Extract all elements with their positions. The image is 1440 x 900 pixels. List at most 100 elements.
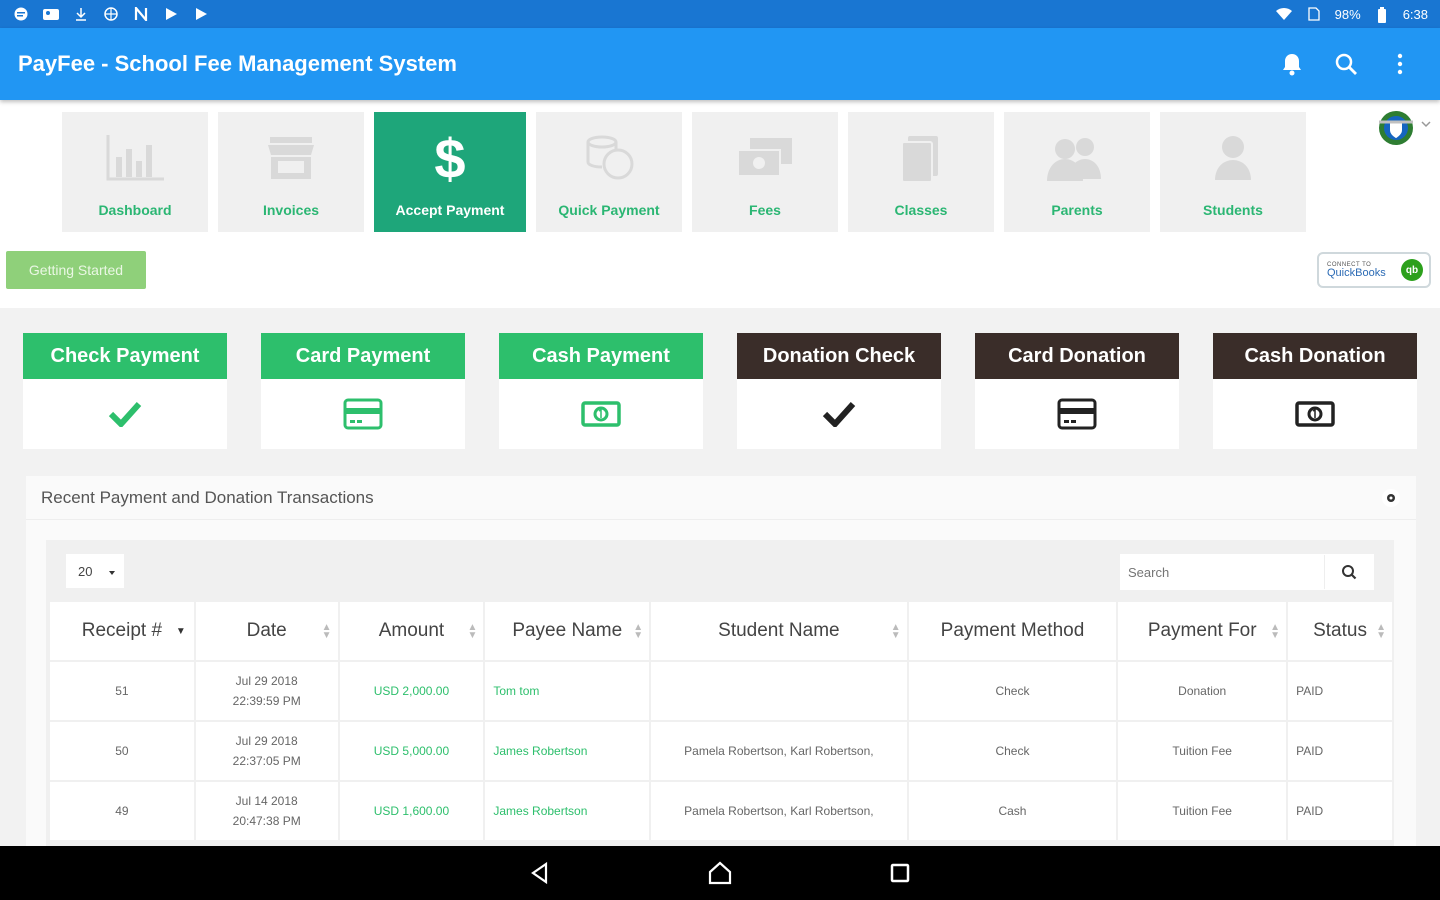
sort-icon: ▲ ▼ [467, 622, 478, 641]
store-icon [266, 128, 316, 188]
card-title: Card Donation [975, 333, 1179, 379]
nav-tile-label: Quick Payment [558, 202, 660, 218]
nav-tile-label: Invoices [262, 202, 320, 218]
cell-student [651, 662, 907, 720]
cell-payee-link[interactable]: James Robertson [485, 722, 650, 780]
nav-tile-label: Accept Payment [395, 202, 505, 218]
card-title: Check Payment [23, 333, 227, 379]
battery-percent: 98% [1334, 6, 1361, 22]
getting-started-button[interactable]: Getting Started [6, 251, 146, 289]
col-header-payment-for[interactable]: Payment For ▲ ▼ [1118, 602, 1287, 660]
nav-tile-quick-payment[interactable]: Quick Payment [536, 112, 682, 232]
search-icon [1341, 565, 1356, 580]
cell-receipt: 49 [50, 782, 194, 840]
coins-icon [582, 128, 636, 188]
cash-icon [1213, 379, 1417, 449]
nav-tile-dashboard[interactable]: Dashboard [62, 112, 208, 232]
book-icon [898, 128, 944, 188]
quickbooks-logo-icon: qb [1401, 259, 1423, 281]
nav-tile-classes[interactable]: Classes [848, 112, 994, 232]
card-title: Donation Check [737, 333, 941, 379]
main-navigation: Dashboard Invoices $ Accept Payment Quic… [62, 112, 1306, 232]
cell-method: Check [908, 722, 1117, 780]
cash-payment-card[interactable]: Cash Payment [499, 333, 703, 449]
gear-icon[interactable] [1382, 488, 1400, 507]
credit-card-icon [261, 379, 465, 449]
transactions-panel: Recent Payment and Donation Transactions… [26, 476, 1416, 846]
chat-bubble-icon [12, 7, 30, 21]
card-title: Card Payment [261, 333, 465, 379]
bar-chart-icon [106, 128, 164, 188]
app-title: PayFee - School Fee Management System [18, 51, 457, 76]
card-title: Cash Payment [499, 333, 703, 379]
col-header-payee-name[interactable]: Payee Name ▲ ▼ [485, 602, 650, 660]
system-navigation-bar [0, 846, 1440, 900]
col-header-receipt[interactable]: Receipt # ▼ [50, 602, 194, 660]
cell-payee-link[interactable]: James Robertson [485, 782, 650, 840]
status-notifications [12, 4, 210, 24]
col-header-date[interactable]: Date ▲ ▼ [195, 602, 338, 660]
nav-tile-parents[interactable]: Parents [1004, 112, 1150, 232]
col-header-amount[interactable]: Amount ▲ ▼ [339, 602, 484, 660]
back-icon[interactable] [525, 858, 555, 888]
credit-card-icon [975, 379, 1179, 449]
search-icon[interactable] [1334, 52, 1358, 76]
connect-quickbooks-button[interactable]: CONNECT TO QuickBooks qb [1317, 252, 1431, 288]
nav-tile-students[interactable]: Students [1160, 112, 1306, 232]
play-store-icon [162, 7, 180, 21]
col-header-student-name[interactable]: Student Name ▲ ▼ [651, 602, 907, 660]
card-payment-card[interactable]: Card Payment [261, 333, 465, 449]
school-logo-avatar[interactable] [1376, 108, 1416, 148]
cell-date: Jul 14 2018 20:47:38 PM [195, 782, 338, 840]
donation-check-card[interactable]: Donation Check [737, 333, 941, 449]
cell-amount: USD 2,000.00 [339, 662, 484, 720]
cash-icon [499, 379, 703, 449]
check-icon [23, 379, 227, 449]
page-size-select[interactable]: 20 [66, 554, 124, 588]
panel-header: Recent Payment and Donation Transactions [26, 476, 1416, 520]
table-search [1120, 554, 1374, 590]
money-stack-icon [736, 128, 794, 188]
table-row[interactable]: 49 Jul 14 2018 20:47:38 PM USD 1,600.00 J… [50, 782, 1392, 840]
chevron-down-icon[interactable] [1421, 120, 1431, 131]
gallery-icon [42, 7, 60, 21]
app-actions [1280, 52, 1422, 76]
col-header-payment-method[interactable]: Payment Method [908, 602, 1117, 660]
no-sim-icon [1305, 7, 1323, 21]
table-row[interactable]: 50 Jul 29 2018 22:37:05 PM USD 5,000.00 J… [50, 722, 1392, 780]
cash-donation-card[interactable]: Cash Donation [1213, 333, 1417, 449]
cell-amount: USD 1,600.00 [339, 782, 484, 840]
search-input[interactable] [1120, 555, 1324, 589]
cell-payee-link[interactable]: Tom tom [485, 662, 650, 720]
home-icon[interactable] [705, 858, 735, 888]
table-header-row: Receipt # ▼ Date ▲ ▼ Amount ▲ ▼ Payee Name ▲ ▼ … [50, 602, 1392, 660]
svg-text:$: $ [434, 130, 465, 186]
cell-status: PAID [1288, 662, 1392, 720]
overflow-menu-icon[interactable] [1388, 52, 1412, 76]
clock: 6:38 [1402, 6, 1428, 22]
search-button[interactable] [1324, 555, 1372, 589]
transactions-table-container: 20 Receipt #▼ Date▲▼ Amount▲▼ Payee Name… [46, 540, 1394, 846]
col-header-status[interactable]: Status ▲ ▼ [1288, 602, 1392, 660]
check-payment-card[interactable]: Check Payment [23, 333, 227, 449]
cell-payment-for: Tuition Fee [1118, 782, 1287, 840]
recents-icon[interactable] [885, 858, 915, 888]
cell-method: Check [908, 662, 1117, 720]
cell-status: PAID [1288, 782, 1392, 840]
nav-tile-invoices[interactable]: Invoices [218, 112, 364, 232]
cell-student: Pamela Robertson, Karl Robertson, [651, 782, 907, 840]
cell-payment-for: Tuition Fee [1118, 722, 1287, 780]
nav-tile-accept-payment[interactable]: $ Accept Payment [374, 112, 526, 232]
cell-method: Cash [908, 782, 1117, 840]
user-icon [1211, 128, 1255, 188]
users-icon [1045, 128, 1109, 188]
status-bar: 98% 6:38 [0, 0, 1440, 28]
nav-tile-label: Dashboard [98, 202, 172, 218]
card-donation-card[interactable]: Card Donation [975, 333, 1179, 449]
table-row[interactable]: 51 Jul 29 2018 22:39:59 PM USD 2,000.00 T… [50, 662, 1392, 720]
app-bar: PayFee - School Fee Management System [0, 28, 1440, 100]
nav-tile-fees[interactable]: Fees [692, 112, 838, 232]
play-store-icon-2 [192, 7, 210, 21]
cell-amount: USD 5,000.00 [339, 722, 484, 780]
bell-icon[interactable] [1280, 52, 1304, 76]
